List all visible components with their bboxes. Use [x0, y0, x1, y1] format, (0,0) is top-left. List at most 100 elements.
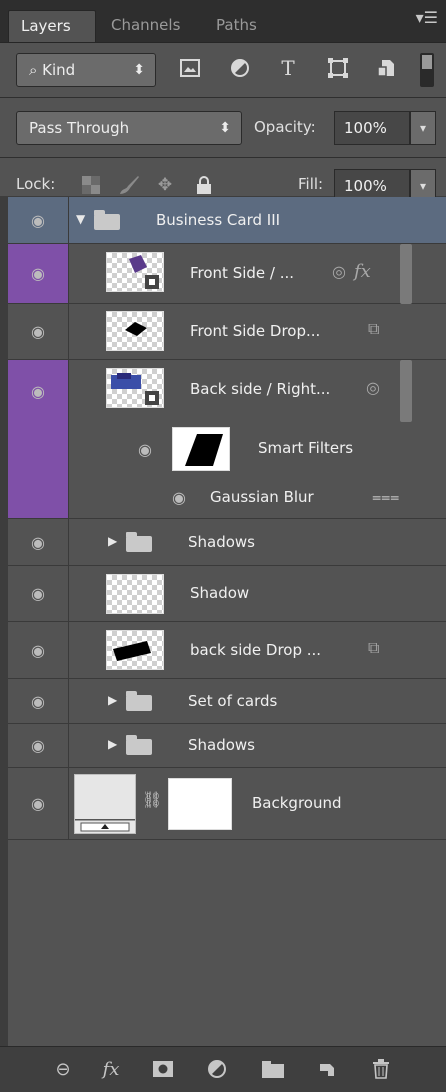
fill-label: Fill:: [298, 175, 324, 193]
layer-shadow[interactable]: ◉ Shadow: [8, 566, 446, 622]
layer-gaussian-blur[interactable]: ◉ Gaussian Blur ⩶: [8, 477, 446, 519]
layer-name: Front Side / ...: [190, 264, 295, 282]
filter-row: ⌕ Kind ⬍ T: [0, 43, 446, 97]
layer-back-side-right[interactable]: ◉ Back side / Right... ◎: [8, 360, 446, 422]
layer-name: Back side / Right...: [190, 380, 331, 398]
linked-smart-object-icon: ⧉: [368, 638, 380, 657]
group-collapsed-icon[interactable]: ▶: [108, 534, 117, 548]
visibility-eye-icon[interactable]: ◉: [8, 519, 68, 565]
fx-icon[interactable]: fx: [98, 1057, 124, 1081]
layer-smart-filters[interactable]: ◉ Smart Filters: [8, 422, 446, 477]
link-layers-icon[interactable]: ⊖: [50, 1057, 76, 1081]
visibility-eye-icon[interactable]: ◉: [130, 422, 160, 477]
delete-layer-icon[interactable]: [368, 1057, 394, 1081]
tab-layers[interactable]: Layers: [8, 10, 96, 42]
visibility-eye-icon[interactable]: ◉: [8, 724, 68, 767]
linked-smart-object-icon: ⧉: [368, 319, 380, 338]
smart-filter-icon: ◎: [332, 262, 346, 281]
layer-name: Smart Filters: [258, 439, 354, 457]
opacity-input[interactable]: 100%: [334, 111, 410, 145]
layer-name: Set of cards: [188, 692, 278, 710]
blend-row: Pass Through ⬍ Opacity: 100% ▾: [0, 98, 446, 157]
layer-scroll-indicator: [400, 360, 412, 422]
lock-label: Lock:: [16, 175, 56, 193]
layer-front-side-drop[interactable]: ◉ Front Side Drop... ⧉: [8, 304, 446, 360]
kind-filter-label: ⌕ Kind: [29, 61, 76, 79]
layer-name: Business Card III: [156, 211, 281, 229]
smart-object-filter-icon[interactable]: [374, 56, 398, 80]
layer-set-of-cards[interactable]: ◉ ▶ Set of cards: [8, 679, 446, 724]
layer-thumbnail: [74, 774, 136, 834]
opacity-label: Opacity:: [254, 118, 316, 136]
folder-icon: [126, 691, 152, 711]
visibility-eye-icon[interactable]: ◉: [8, 304, 68, 359]
opacity-slider-button[interactable]: ▾: [410, 111, 436, 145]
layer-name: Gaussian Blur: [210, 488, 314, 506]
layer-shadows[interactable]: ◉ ▶ Shadows: [8, 724, 446, 768]
visibility-eye-icon[interactable]: ◉: [8, 244, 68, 303]
layers-panel: Layers Channels Paths ▾☰ ⌕ Kind ⬍ T Pass…: [0, 0, 446, 1092]
lock-image-pixels-icon[interactable]: [117, 173, 141, 197]
layer-name: Front Side Drop...: [190, 322, 321, 340]
mask-link-icon[interactable]: ⛓: [142, 790, 162, 809]
layer-thumbnail: [106, 630, 164, 670]
layers-bottom-toolbar: ⊖ fx: [0, 1046, 446, 1092]
layer-name: Shadows: [188, 736, 256, 754]
group-expanded-icon[interactable]: ▼: [76, 212, 85, 226]
filter-mask-thumbnail: [172, 427, 230, 471]
layer-scroll-indicator: [400, 244, 412, 304]
shape-filter-icon[interactable]: [326, 56, 350, 80]
visibility-eye-icon[interactable]: ◉: [8, 566, 68, 621]
blend-mode-value: Pass Through: [29, 119, 130, 137]
new-layer-icon[interactable]: [314, 1057, 340, 1081]
group-collapsed-icon[interactable]: ▶: [108, 737, 117, 751]
layer-back-side-drop[interactable]: ◉ back side Drop ... ⧉: [8, 622, 446, 679]
smart-filter-icon: ◎: [366, 378, 380, 397]
blend-mode-arrow-icon: ⬍: [219, 120, 231, 136]
tab-paths[interactable]: Paths: [204, 10, 284, 42]
filter-blending-options-icon[interactable]: ⩶: [372, 487, 399, 507]
fx-effects-icon[interactable]: fx: [354, 261, 371, 282]
layer-shadows[interactable]: ◉ ▶ Shadows: [8, 519, 446, 566]
folder-icon: [126, 735, 152, 755]
add-mask-icon[interactable]: [150, 1057, 176, 1081]
image-filter-icon[interactable]: [178, 56, 202, 80]
layer-front-side[interactable]: ◉ Front Side / ... ◎ fx: [8, 244, 446, 304]
layer-thumbnail: [106, 574, 164, 614]
layer-thumbnail: [106, 252, 164, 292]
visibility-eye-icon[interactable]: ◉: [8, 622, 68, 678]
lock-row: Lock: ✥ Fill: 100% ▾: [0, 158, 446, 203]
layer-background[interactable]: ◉ ⛓ Background: [8, 768, 446, 840]
group-collapsed-icon[interactable]: ▶: [108, 693, 117, 707]
blend-mode-dropdown[interactable]: Pass Through ⬍: [16, 111, 242, 145]
panel-menu-icon[interactable]: ▾☰: [416, 8, 438, 27]
adjustment-filter-icon[interactable]: [228, 56, 252, 80]
eye-column: [8, 477, 68, 518]
folder-icon: [94, 210, 120, 230]
adjustment-layer-icon[interactable]: [204, 1057, 230, 1081]
layer-name: Shadow: [190, 584, 250, 602]
tab-channels[interactable]: Channels: [99, 10, 201, 42]
lock-all-icon[interactable]: [192, 173, 216, 197]
lock-transparent-pixels-icon[interactable]: [79, 173, 103, 197]
kind-filter-dropdown[interactable]: ⌕ Kind ⬍: [16, 53, 156, 87]
layer-mask-thumbnail: [168, 778, 232, 830]
visibility-eye-icon[interactable]: ◉: [8, 679, 68, 723]
layer-thumbnail: [106, 311, 164, 351]
visibility-eye-icon[interactable]: ◉: [8, 768, 68, 839]
new-group-icon[interactable]: [260, 1057, 286, 1081]
layers-list: ◉ ▼ Business Card III ◉ Front Side / ...…: [8, 197, 446, 1046]
eye-column: [8, 422, 68, 477]
layer-thumbnail: [106, 368, 164, 408]
layer-name: back side Drop ...: [190, 641, 322, 659]
folder-icon: [126, 532, 152, 552]
lock-position-icon[interactable]: ✥: [153, 173, 177, 197]
visibility-eye-icon[interactable]: ◉: [8, 197, 68, 243]
filter-toggle-switch[interactable]: [420, 53, 434, 87]
layer-name: Shadows: [188, 533, 256, 551]
visibility-eye-icon[interactable]: ◉: [8, 360, 68, 422]
layer-business-card-iii[interactable]: ◉ ▼ Business Card III: [8, 197, 446, 244]
visibility-eye-icon[interactable]: ◉: [164, 477, 194, 518]
type-filter-icon[interactable]: T: [276, 56, 300, 80]
layer-name: Background: [252, 794, 342, 812]
